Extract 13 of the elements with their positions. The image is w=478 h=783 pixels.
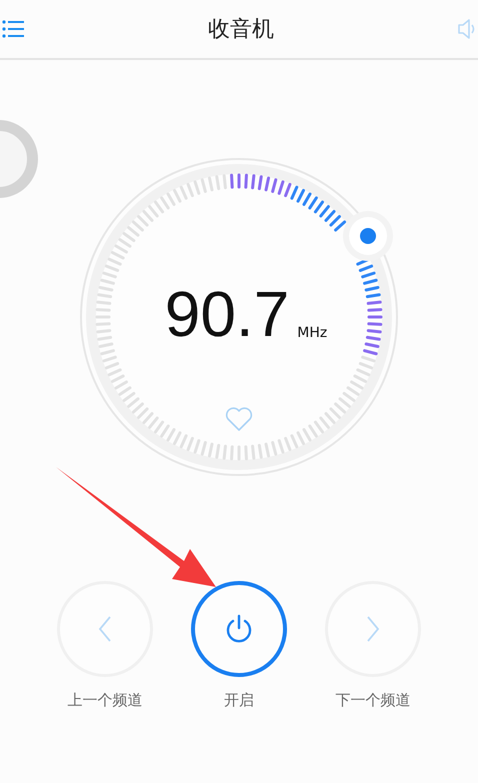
dial-thumb[interactable] (342, 210, 394, 262)
control-label: 下一个频道 (336, 691, 410, 710)
tuning-dial[interactable] (79, 157, 399, 477)
power-icon (224, 614, 254, 644)
frequency-value: 90.7 (164, 279, 290, 349)
control-label: 上一个频道 (68, 691, 142, 710)
screen-title: 收音机 (208, 16, 274, 44)
chevron-right-icon (366, 616, 380, 642)
menu-icon[interactable] (2, 20, 24, 38)
frequency-unit: MHz (297, 325, 328, 343)
chevron-left-icon (98, 616, 112, 642)
heart-icon[interactable] (225, 407, 253, 432)
control-label: 开启 (224, 691, 254, 710)
